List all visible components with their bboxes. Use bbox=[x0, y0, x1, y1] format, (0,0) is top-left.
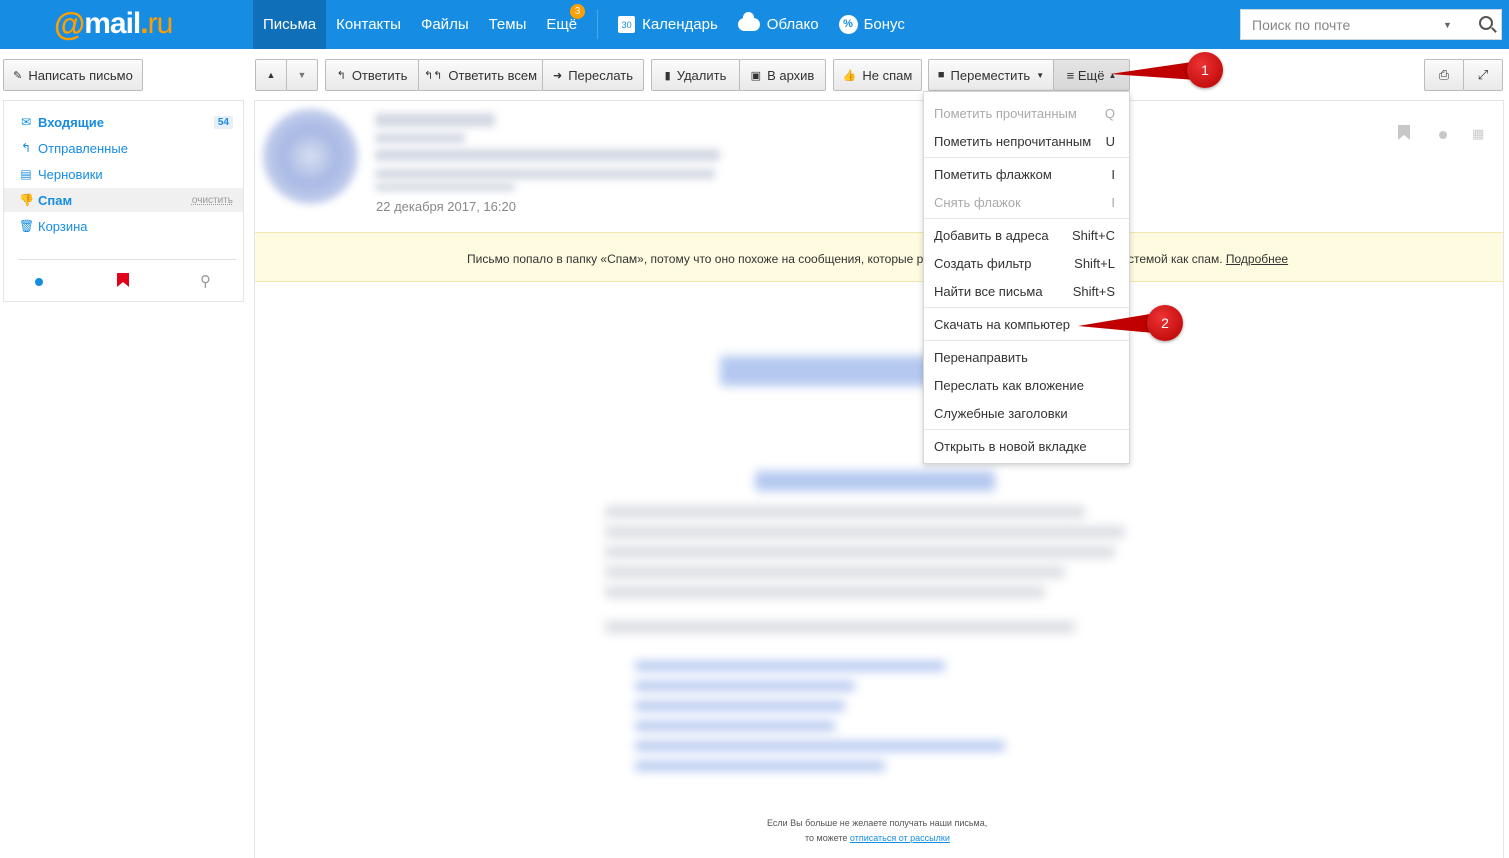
callout-2-pointer bbox=[1078, 314, 1154, 333]
callout-1: 1 bbox=[1187, 52, 1223, 88]
annotation-pointers bbox=[1078, 62, 1196, 333]
callout-2: 2 bbox=[1147, 305, 1183, 341]
callout-1-pointer bbox=[1110, 62, 1196, 80]
